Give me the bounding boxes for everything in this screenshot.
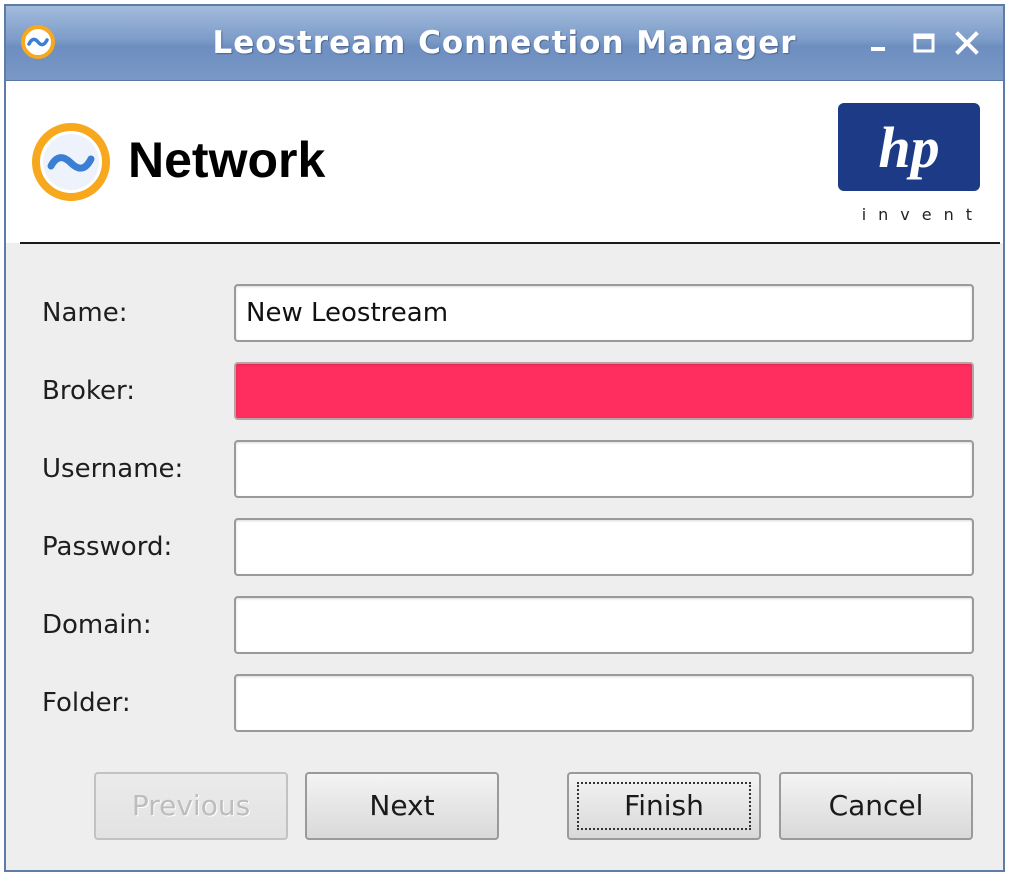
- header-divider: [20, 242, 1000, 244]
- broker-input[interactable]: [234, 362, 974, 420]
- cancel-button-label: Cancel: [828, 789, 924, 822]
- broker-row: Broker:: [6, 362, 1003, 422]
- broker-label: Broker:: [42, 376, 135, 406]
- domain-label: Domain:: [42, 610, 152, 640]
- domain-row: Domain:: [6, 596, 1003, 656]
- cancel-button[interactable]: Cancel: [779, 772, 973, 840]
- password-label: Password:: [42, 532, 173, 562]
- username-input[interactable]: [234, 440, 974, 498]
- maximize-icon[interactable]: [909, 28, 939, 58]
- password-row: Password:: [6, 518, 1003, 578]
- username-label: Username:: [42, 454, 184, 484]
- hp-tagline: invent: [861, 205, 984, 224]
- username-row: Username:: [6, 440, 1003, 500]
- name-label: Name:: [42, 298, 128, 328]
- name-input[interactable]: [234, 284, 974, 342]
- page-header: Network hp invent: [6, 81, 1003, 243]
- dialog-window: Leostream Connection Manager Network hp …: [4, 4, 1005, 872]
- next-button[interactable]: Next: [305, 772, 499, 840]
- title-bar[interactable]: Leostream Connection Manager: [6, 6, 1003, 81]
- svg-text:hp: hp: [878, 115, 939, 180]
- folder-row: Folder:: [6, 674, 1003, 734]
- window-title: Leostream Connection Manager: [212, 25, 797, 61]
- hp-logo: hp: [838, 103, 980, 191]
- next-button-label: Next: [369, 789, 435, 822]
- name-row: Name:: [6, 284, 1003, 344]
- previous-button-label: Previous: [131, 789, 251, 822]
- leostream-logo-icon: [32, 123, 110, 201]
- page-title: Network: [128, 132, 326, 188]
- close-icon[interactable]: [952, 28, 982, 58]
- domain-input[interactable]: [234, 596, 974, 654]
- folder-label: Folder:: [42, 688, 131, 718]
- finish-button-label: Finish: [624, 789, 704, 822]
- finish-button[interactable]: Finish: [567, 772, 761, 840]
- minimize-icon[interactable]: [864, 28, 894, 58]
- password-input[interactable]: [234, 518, 974, 576]
- previous-button[interactable]: Previous: [94, 772, 288, 840]
- folder-input[interactable]: [234, 674, 974, 732]
